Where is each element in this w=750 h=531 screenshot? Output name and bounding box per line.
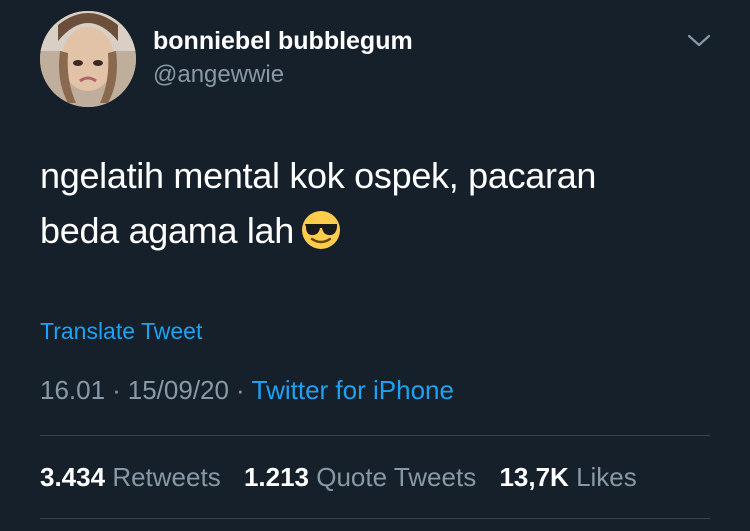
quote-tweets-count: 1.213 (243, 462, 310, 492)
tweet-source-link[interactable]: Twitter for iPhone (252, 375, 454, 405)
divider (40, 435, 710, 436)
tweet-text-line-2-text: beda agama lah (40, 210, 295, 251)
meta-separator: · (112, 375, 121, 405)
sunglasses-emoji-icon (300, 209, 342, 251)
likes-count: 13,7K (499, 462, 569, 492)
meta-separator: · (235, 375, 245, 405)
retweets-label: Retweets (112, 462, 221, 492)
translate-tweet-link[interactable]: Translate Tweet (40, 318, 202, 345)
avatar[interactable] (40, 11, 136, 107)
display-name[interactable]: bonniebel bubblegum (153, 27, 413, 56)
tweet-text-line-2: beda agama lah (40, 203, 700, 258)
likes-stat[interactable]: 13,7K Likes (499, 462, 636, 492)
avatar-image (40, 11, 136, 107)
tweet-meta: 16.01 · 15/09/20 · Twitter for iPhone (40, 375, 454, 406)
quote-tweets-stat[interactable]: 1.213 Quote Tweets (244, 462, 476, 492)
divider (40, 518, 710, 519)
likes-label: Likes (576, 462, 637, 492)
tweet-time[interactable]: 16.01 (40, 375, 105, 405)
quote-tweets-label: Quote Tweets (316, 462, 477, 492)
tweet-text-line-1: ngelatih mental kok ospek, pacaran (40, 155, 597, 196)
chevron-down-icon[interactable] (686, 30, 712, 50)
username-handle[interactable]: @angewwie (153, 61, 284, 89)
tweet-text: ngelatih mental kok ospek, pacaran beda … (40, 148, 700, 258)
tweet-stats: 3.434 Retweets 1.213 Quote Tweets 13,7K … (40, 462, 653, 493)
retweets-stat[interactable]: 3.434 Retweets (40, 462, 221, 492)
tweet-date[interactable]: 15/09/20 (128, 375, 229, 405)
retweets-count: 3.434 (40, 462, 106, 492)
